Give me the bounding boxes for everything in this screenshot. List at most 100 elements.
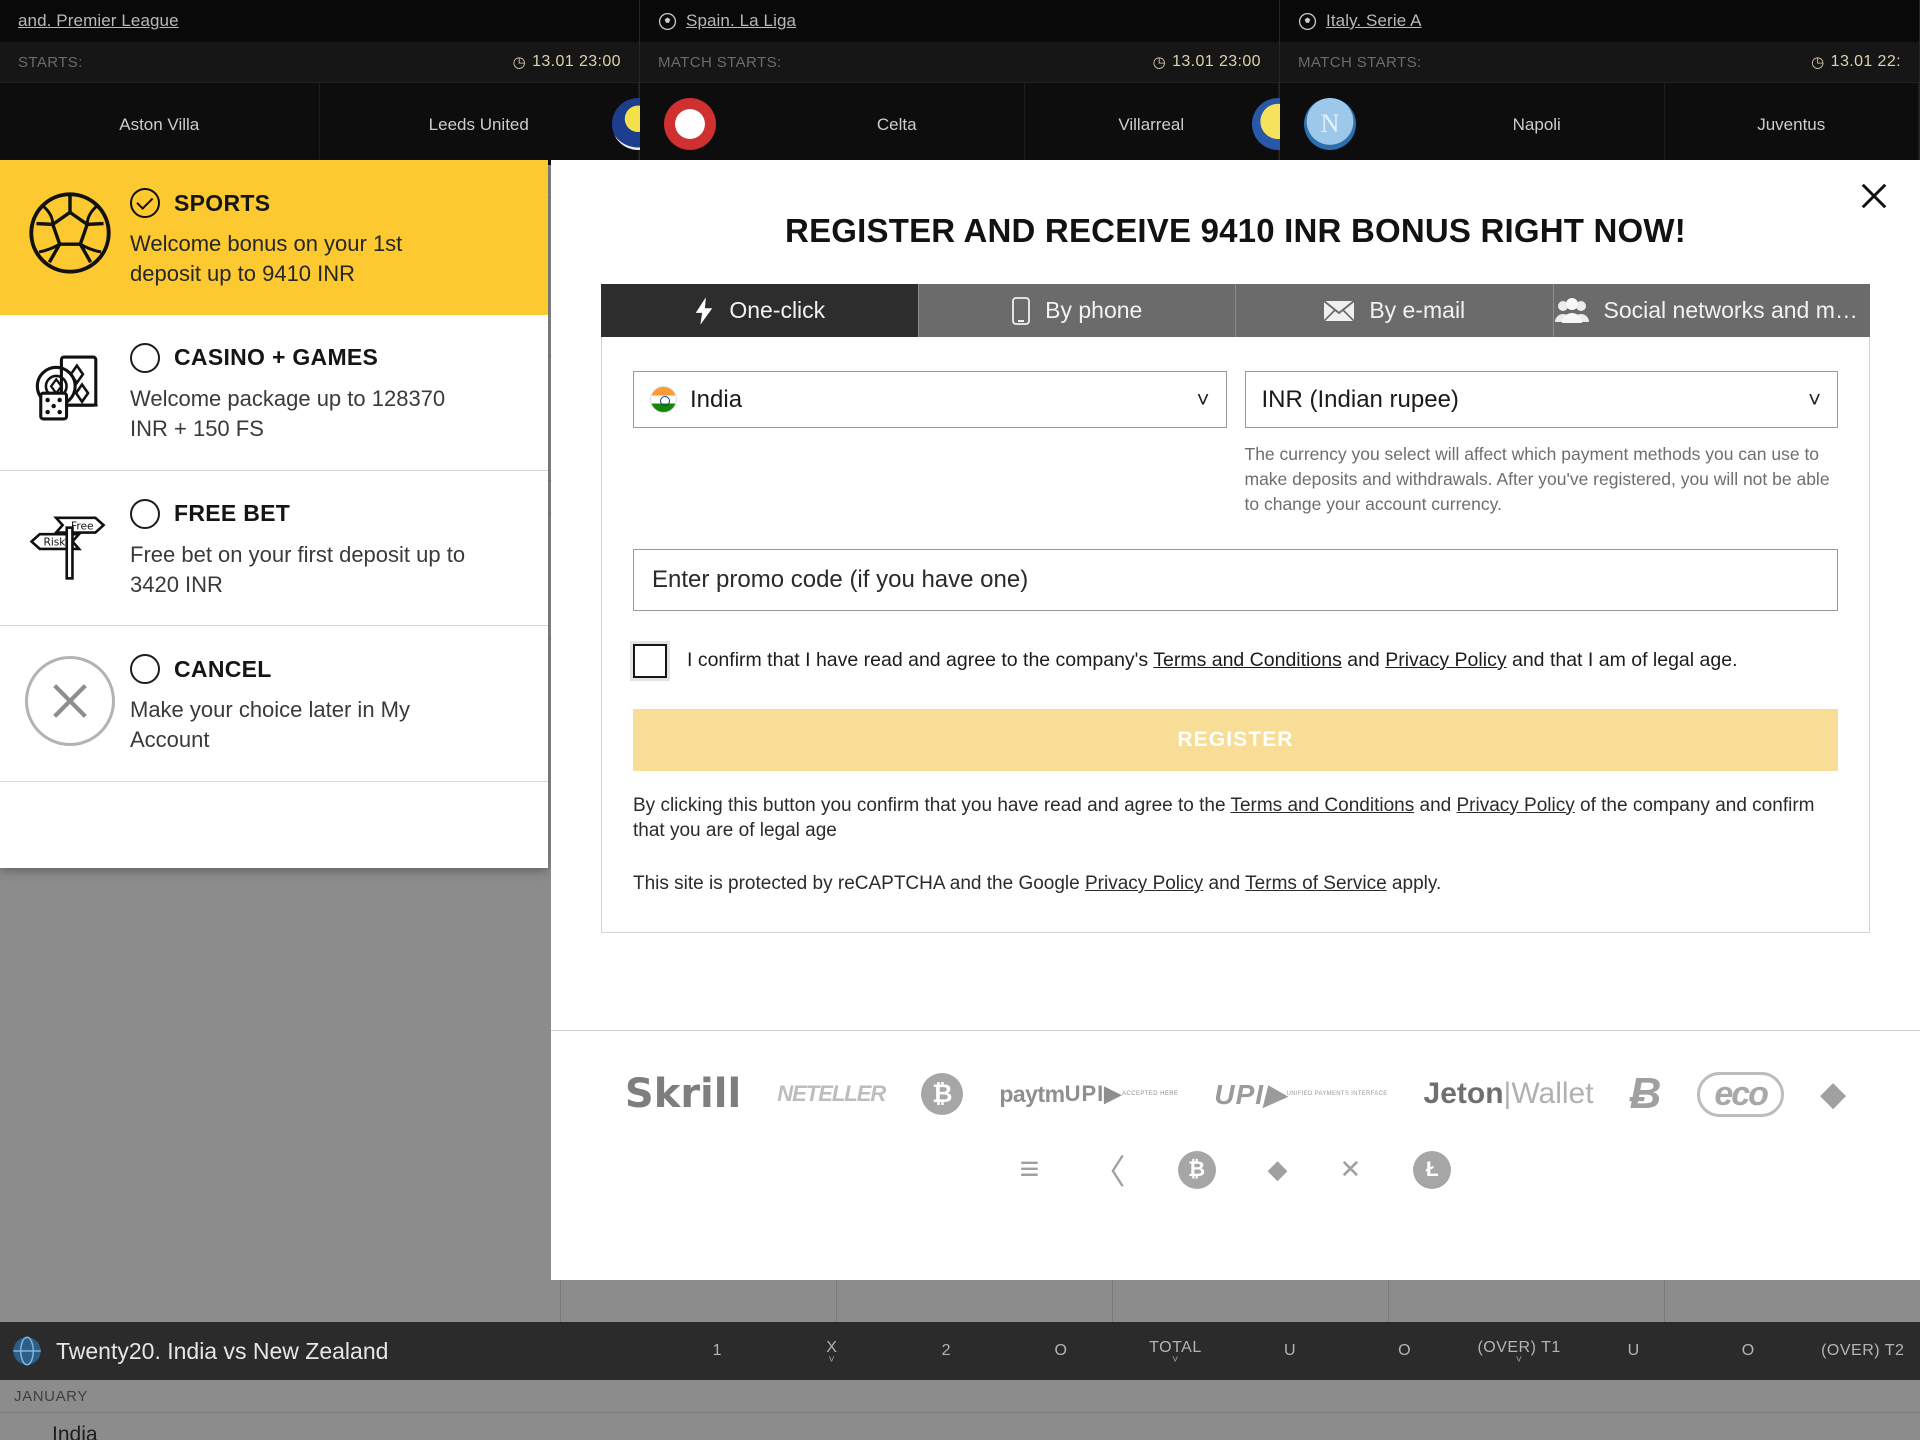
team-name-away[interactable]: Juventus xyxy=(1665,82,1919,166)
bonus-option-casino-games[interactable]: CASINO + GAMES Welcome package up to 128… xyxy=(0,315,548,471)
radio-unselected-icon[interactable] xyxy=(130,654,160,685)
league-header[interactable]: Spain. La Liga xyxy=(640,0,1279,42)
league-cards-strip: and. Premier League STARTS: ◷ 13.01 23:0… xyxy=(0,0,1920,166)
odds-column-header[interactable]: 2 xyxy=(889,1342,1004,1360)
radio-selected-icon[interactable] xyxy=(130,188,160,218)
india-flag-icon xyxy=(650,386,677,413)
modal-body: One-click By phone By e-mail Social netw… xyxy=(551,284,1920,934)
odds-column-header[interactable]: (OVER) T2 xyxy=(1805,1342,1920,1360)
terms-suffix: and that I am of legal age. xyxy=(1506,648,1738,671)
bonus-option-title: CASINO + GAMES xyxy=(174,344,379,371)
bonus-option-sports[interactable]: SPORTS Welcome bonus on your 1st deposit… xyxy=(0,160,548,315)
match-starts-label: STARTS: xyxy=(18,53,83,71)
league-card-la-liga[interactable]: Spain. La Liga MATCH STARTS: ◷ 13.01 23:… xyxy=(640,0,1304,166)
stellar-logo-icon: ≡ xyxy=(1019,1150,1040,1188)
legal2-prefix: This site is protected by reCAPTCHA and … xyxy=(633,873,1085,895)
league-header[interactable]: Italy. Serie A xyxy=(1280,0,1919,42)
ethereum-alt-logo-icon: ◆ xyxy=(1267,1154,1288,1184)
lightning-icon xyxy=(696,296,713,325)
tab-label: One-click xyxy=(729,297,826,323)
league-teams-row: Aston Villa Leeds United xyxy=(0,82,664,166)
close-icon xyxy=(1861,183,1887,209)
odds-bar-title[interactable]: Twenty20. India vs New Zealand xyxy=(0,1336,660,1366)
legal1-middle: and xyxy=(1414,794,1457,816)
bitcoin-logo-icon: ₿ xyxy=(921,1073,964,1115)
register-button[interactable]: REGISTER xyxy=(633,708,1838,771)
team-name-home[interactable]: Aston Villa xyxy=(0,82,320,166)
google-privacy-policy-link[interactable]: Privacy Policy xyxy=(1085,873,1203,894)
odds-header-bar: Twenty20. India vs New Zealand 1 X ˅ 2 O … xyxy=(0,1322,1920,1380)
cancel-cross-icon xyxy=(18,652,122,747)
league-start-row: MATCH STARTS: ◷ 13.01 23:00 xyxy=(640,42,1279,82)
envelope-icon xyxy=(1323,299,1355,322)
team-name-home[interactable]: Napoli xyxy=(1410,82,1665,166)
match-start-time: ◷ 13.01 23:00 xyxy=(513,53,621,71)
google-terms-of-service-link[interactable]: Terms of Service xyxy=(1245,873,1386,894)
month-separator: JANUARY xyxy=(0,1380,1920,1413)
chevron-down-icon: ˅ xyxy=(1515,1354,1523,1366)
odds-column-header[interactable]: O xyxy=(1691,1342,1806,1360)
registration-form: India ˅ INR (Indian rupee) ˅ The currenc… xyxy=(601,337,1870,934)
tab-by-phone[interactable]: By phone xyxy=(918,284,1236,337)
privacy-policy-link[interactable]: Privacy Policy xyxy=(1385,649,1506,671)
team-name-home[interactable]: Celta xyxy=(770,82,1025,166)
bonus-option-cancel[interactable]: CANCEL Make your choice later in My Acco… xyxy=(0,626,548,783)
odds-column-header[interactable]: (OVER) T1 ˅ xyxy=(1462,1339,1577,1366)
odds-column-header[interactable]: O xyxy=(1347,1342,1462,1360)
team-away-label: Villarreal xyxy=(1118,114,1185,134)
bonus-option-description: Welcome bonus on your 1st deposit up to … xyxy=(130,231,403,286)
football-icon xyxy=(658,12,677,30)
league-start-row: MATCH STARTS: ◷ 13.01 22: xyxy=(1280,42,1919,82)
bonus-option-description: Free bet on your first deposit up to 342… xyxy=(130,541,466,597)
country-select[interactable]: India ˅ xyxy=(633,371,1227,428)
ecopayz-logo-icon: eco xyxy=(1697,1071,1784,1117)
terms-and-conditions-link[interactable]: Terms and Conditions xyxy=(1153,649,1342,671)
bonus-option-free-bet[interactable]: Free Risk FREE BET Free bet on your firs… xyxy=(0,471,548,627)
league-card-serie-a[interactable]: Italy. Serie A MATCH STARTS: ◷ 13.01 22:… xyxy=(1280,0,1920,166)
odds-column-header[interactable]: TOTAL ˅ xyxy=(1118,1339,1233,1366)
tab-one-click[interactable]: One-click xyxy=(601,284,919,337)
odds-column-header[interactable]: X ˅ xyxy=(775,1339,890,1366)
odds-column-header[interactable]: O xyxy=(1004,1342,1119,1360)
odds-column-header[interactable]: U xyxy=(1576,1342,1691,1360)
radio-unselected-icon[interactable] xyxy=(130,498,160,529)
upi-logo-icon: UPI▶ UNIFIED PAYMENTS INTERFACE xyxy=(1214,1078,1388,1110)
paytm-upi-logo-icon: paytm UPI▶ ACCEPTED HERE xyxy=(999,1080,1179,1107)
promo-code-input[interactable] xyxy=(633,548,1838,611)
league-link[interactable]: Italy. Serie A xyxy=(1326,11,1422,31)
odds-column-header[interactable]: U xyxy=(1233,1342,1348,1360)
bonus-option-head: SPORTS xyxy=(130,188,528,218)
football-icon xyxy=(18,186,122,276)
league-link[interactable]: and. Premier League xyxy=(18,11,179,31)
people-icon xyxy=(1554,297,1589,323)
payment-methods-section: Skrill NETELLER ₿ paytm UPI▶ ACCEPTED HE… xyxy=(551,1030,1920,1280)
terms-agreement-text: I confirm that I have read and agree to … xyxy=(687,648,1737,673)
terms-and-conditions-link[interactable]: Terms and Conditions xyxy=(1230,795,1414,816)
league-card-premier-league[interactable]: and. Premier League STARTS: ◷ 13.01 23:0… xyxy=(0,0,664,166)
team-name-away[interactable]: Leeds United xyxy=(320,82,664,166)
match-start-time-value: 13.01 22: xyxy=(1830,53,1901,70)
league-teams-row: Celta Villarreal xyxy=(640,82,1304,166)
bonus-selection-panel: SPORTS Welcome bonus on your 1st deposit… xyxy=(0,160,548,868)
legal2-middle: and xyxy=(1203,873,1246,895)
privacy-policy-link[interactable]: Privacy Policy xyxy=(1456,795,1574,816)
currency-select[interactable]: INR (Indian rupee) ˅ xyxy=(1244,371,1838,428)
skrill-logo-icon: Skrill xyxy=(624,1071,742,1117)
close-button[interactable] xyxy=(1848,170,1900,222)
league-link[interactable]: Spain. La Liga xyxy=(686,11,796,31)
globe-icon xyxy=(13,1336,41,1366)
team-crest-icon: N xyxy=(1304,98,1356,150)
league-header[interactable]: and. Premier League xyxy=(0,0,639,42)
terms-agreement-row: I confirm that I have read and agree to … xyxy=(633,643,1838,678)
odds-column-header[interactable]: 1 xyxy=(660,1342,775,1360)
match-start-time: ◷ 13.01 23:00 xyxy=(1153,53,1261,71)
bonus-option-body: CANCEL Make your choice later in My Acco… xyxy=(130,652,528,755)
match-start-time-value: 13.01 23:00 xyxy=(1172,53,1261,70)
terms-checkbox[interactable] xyxy=(633,643,667,678)
team-name-away[interactable]: Villarreal xyxy=(1025,82,1304,166)
tab-by-email[interactable]: By e-mail xyxy=(1236,284,1554,337)
tab-social-networks[interactable]: Social networks and mess… xyxy=(1553,284,1870,337)
bonus-option-description: Welcome package up to 128370 INR + 150 F… xyxy=(130,385,446,441)
radio-unselected-icon[interactable] xyxy=(130,342,160,373)
bonus-option-head: CASINO + GAMES xyxy=(130,342,528,373)
